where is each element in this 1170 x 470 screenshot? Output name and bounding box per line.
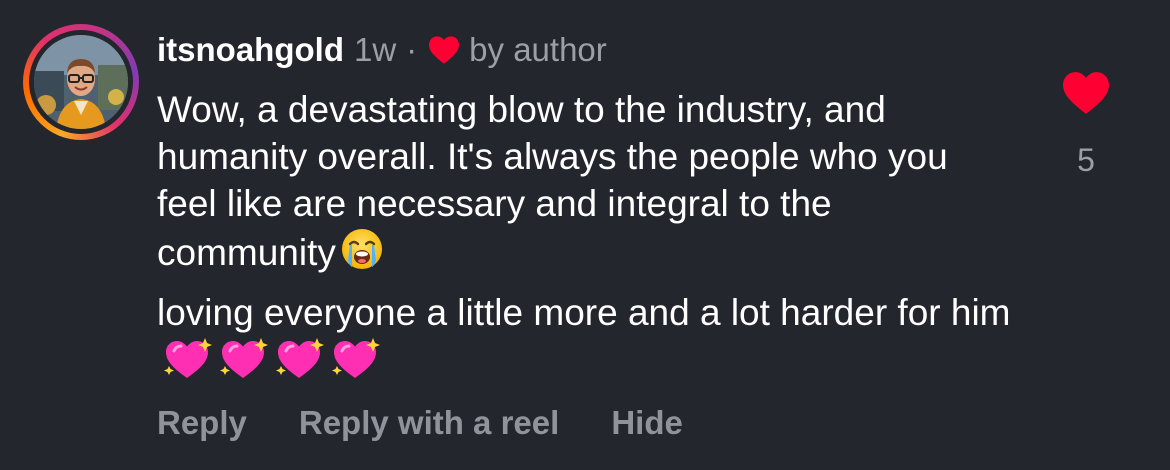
comment-header: itsnoahgold 1w · by author	[157, 30, 607, 70]
comment-paragraph-1: Wow, a devastating blow to the industry,…	[157, 86, 1017, 276]
comment: itsnoahgold 1w · by author Wow, a devast…	[0, 0, 1170, 470]
comment-body: Wow, a devastating blow to the industry,…	[157, 86, 1017, 387]
reply-button[interactable]: Reply	[157, 404, 247, 442]
sparkling-heart-icon	[164, 338, 212, 378]
reply-with-reel-button[interactable]: Reply with a reel	[299, 404, 559, 442]
sparkling-heart-icon	[220, 338, 268, 378]
comment-paragraph-2: loving everyone a little more and a lot …	[157, 289, 1017, 387]
like-heart-icon[interactable]	[1060, 70, 1112, 116]
comment-paragraph-2-text: loving everyone a little more and a lot …	[157, 292, 1011, 333]
comment-actions: Reply Reply with a reel Hide	[157, 404, 683, 442]
like-column: 5	[1054, 70, 1118, 179]
comment-time: 1w	[353, 31, 397, 68]
loudly-crying-face-icon	[341, 229, 382, 269]
avatar	[34, 35, 128, 129]
avatar-story-ring[interactable]	[23, 24, 139, 140]
hide-button[interactable]: Hide	[611, 404, 683, 442]
username[interactable]: itsnoahgold	[157, 31, 344, 69]
sparkling-heart-icon	[332, 338, 380, 378]
like-count[interactable]: 5	[1054, 142, 1118, 179]
liked-by-author-label: by author	[469, 31, 607, 68]
comment-paragraph-1-text: Wow, a devastating blow to the industry,…	[157, 89, 948, 273]
heart-icon	[429, 36, 460, 64]
sparkling-heart-icon	[276, 338, 324, 378]
separator-dot: ·	[406, 31, 418, 68]
